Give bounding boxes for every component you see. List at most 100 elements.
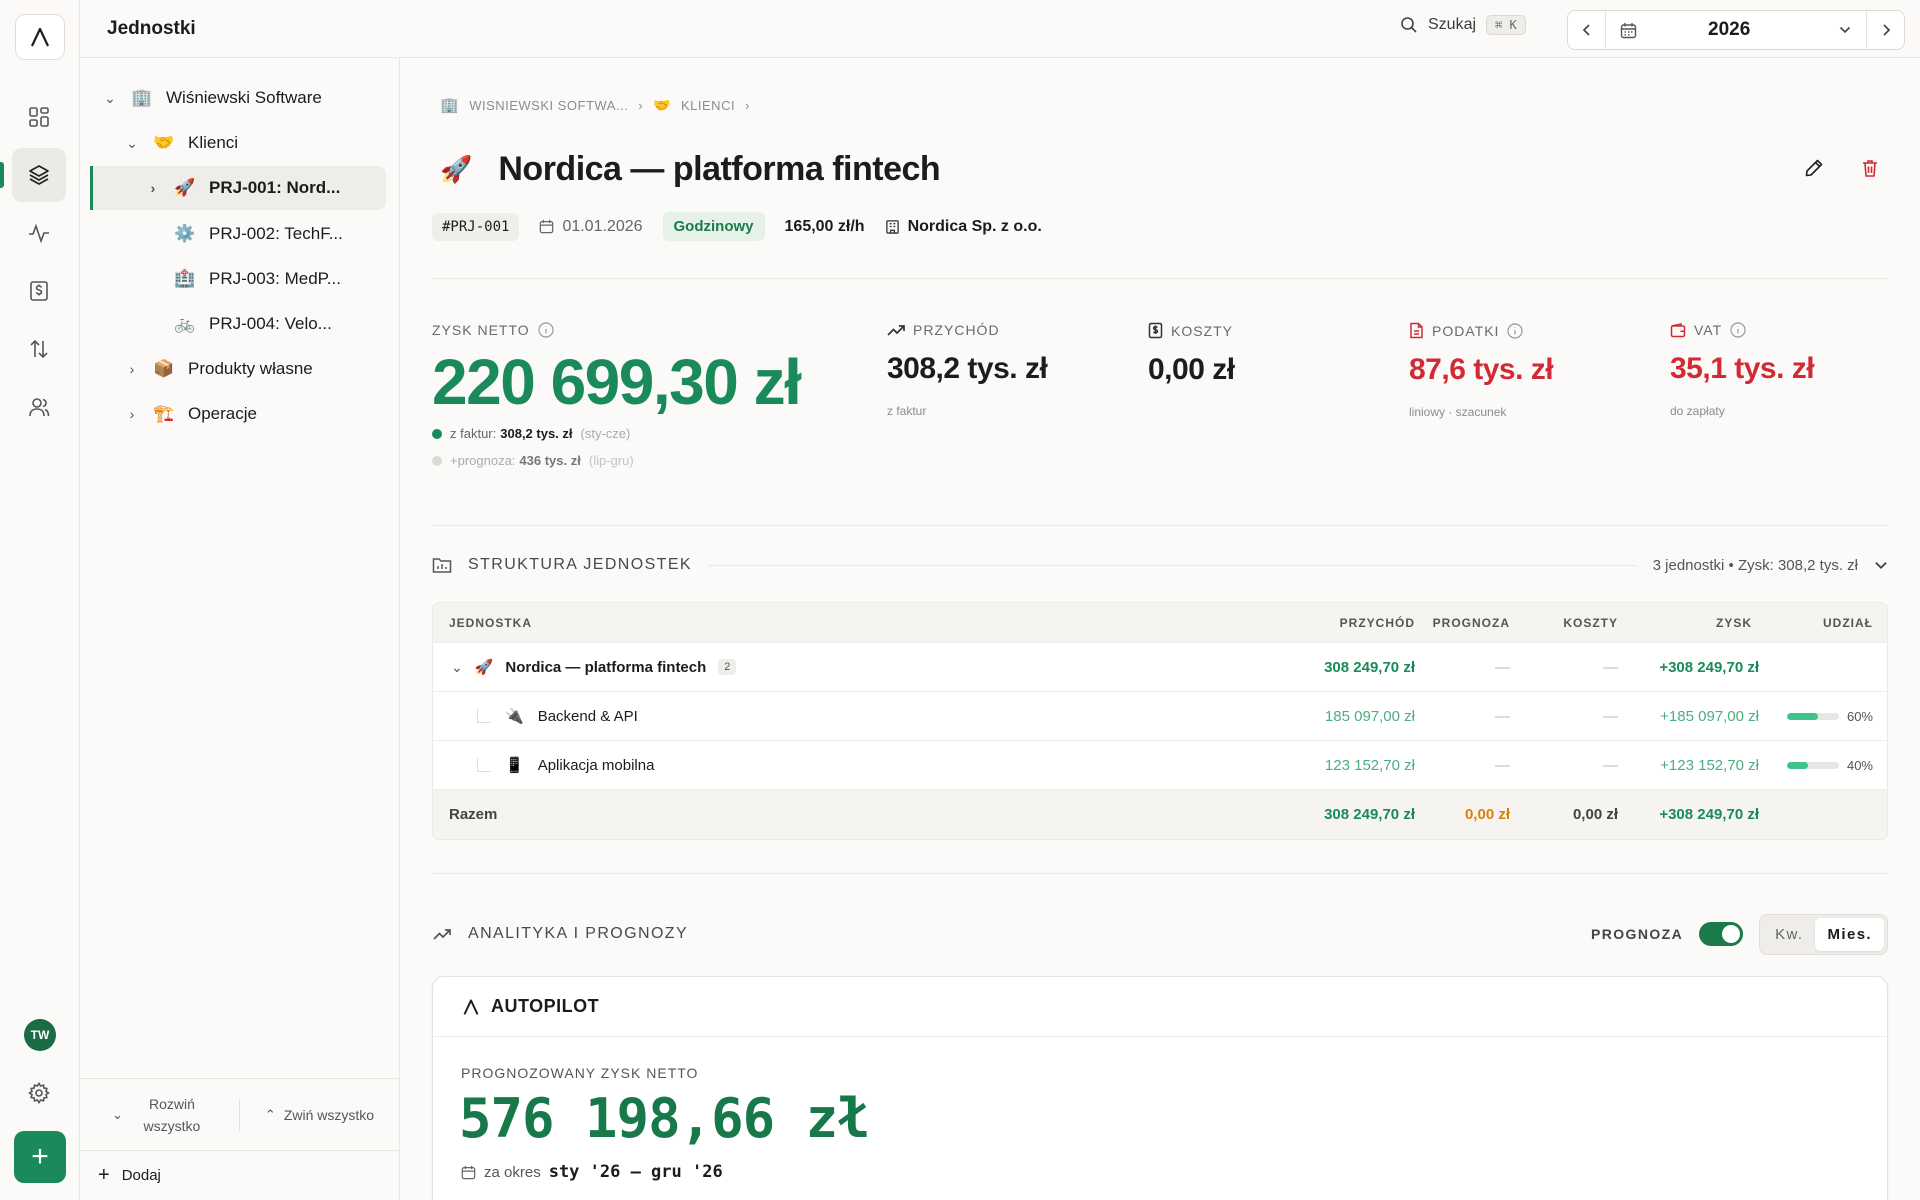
rocket-icon: 🚀 [174,178,196,197]
chevron-down-icon[interactable]: ⌄ [451,659,463,676]
quick-add-button[interactable]: + [14,1131,66,1183]
revenue-sub: z faktur [887,404,927,418]
chevrons-down-icon: ⌄ [112,1106,123,1122]
child-count-badge: 2 [718,659,737,675]
expand-all-label: Rozwiń wszystko [143,1095,201,1134]
add-unit-label: Dodaj [121,1167,161,1184]
table-row[interactable]: 🔌 Backend & API 185 097,00 zł — — +185 0… [433,692,1887,741]
col-share[interactable]: UDZIAŁ [1823,603,1873,642]
year-value[interactable]: 2026 [1708,19,1750,41]
info-icon[interactable] [538,322,554,338]
nav-finance[interactable] [12,264,66,318]
col-costs[interactable]: KOSZTY [1563,603,1618,642]
delete-button[interactable] [1860,158,1880,183]
costs-cell: — [1603,756,1618,774]
nav-dashboard[interactable] [12,90,66,144]
chevron-right-icon[interactable]: › [143,180,163,196]
net-profit-forecast-line: +prognoza: 436 tys. zł (lip-gru) [432,453,852,468]
forecast-dot [432,455,442,466]
info-icon[interactable] [1507,322,1524,339]
user-avatar[interactable]: TW [24,1019,56,1051]
year-dropdown-button[interactable] [1830,11,1860,49]
period-segmented-control: Kw. Mies. [1759,913,1888,955]
table-row[interactable]: 📱 Aplikacja mobilna 123 152,70 zł — — +1… [433,741,1887,790]
tree-node-company[interactable]: ⌄ 🏢 Wiśniewski Software [100,76,322,120]
breadcrumb-company[interactable]: WISNIEWSKI SOFTWA... [469,98,628,113]
breadcrumb-clients[interactable]: KLIENCI [681,98,735,113]
tree-node-prj-004[interactable]: 🚲 PRJ-004: Velo... [143,302,331,346]
tree-connector [477,758,491,772]
next-year-button[interactable] [1866,11,1904,49]
prev-year-button[interactable] [1568,11,1606,49]
nav-units[interactable] [12,148,66,202]
nav-settings[interactable] [12,1066,66,1120]
nav-transfers[interactable] [12,322,66,376]
period-month[interactable]: Mies. [1815,917,1884,951]
tree-node-label: Wiśniewski Software [166,88,322,107]
forecast-cell: — [1495,707,1510,725]
tree-node-clients[interactable]: ⌄ 🤝 Klienci [122,121,238,165]
col-unit[interactable]: JEDNOSTKA [449,603,532,642]
kpi-label-text: ZYSK NETTO [432,322,530,338]
total-forecast: 0,00 zł [1464,806,1510,823]
kpi-revenue: PRZYCHÓD 308,2 tys. zł z faktur [887,322,1048,418]
revenue-cell: 185 097,00 zł [1324,707,1415,725]
tree-node-operations[interactable]: › 🏗️ Operacje [122,392,257,436]
taxes-value: 87,6 tys. zł [1409,353,1554,386]
search-label: Szukaj [1428,16,1477,33]
revenue-cell: 308 249,70 zł [1324,658,1415,676]
chevron-down-icon[interactable] [1874,561,1888,570]
period-quarter[interactable]: Kw. [1763,918,1815,951]
rocket-icon: 🚀 [474,659,494,676]
edit-button[interactable] [1804,158,1824,183]
search-icon [1401,17,1417,33]
table-header-row: JEDNOSTKA PRZYCHÓD PROGNOZA KOSZTY ZYSK … [433,603,1887,643]
calendar-icon [540,219,554,234]
year-picker: 2026 [1567,10,1905,50]
chevron-down-icon[interactable]: ⌄ [122,135,142,152]
autopilot-forecast-value: 576 198,66 zł [459,1087,870,1150]
header-actions [1804,158,1880,183]
chevron-right-icon[interactable]: › [122,406,142,422]
col-revenue[interactable]: PRZYCHÓD [1340,603,1415,642]
layers-icon [29,165,49,185]
search-button[interactable]: Szukaj ⌘ K [1400,15,1526,35]
structure-section-header[interactable]: STRUKTURA JEDNOSTEK 3 jednostki • Zysk: … [432,556,1888,574]
taxes-sub: liniowy · szacunek [1409,405,1507,419]
bicycle-icon: 🚲 [174,314,196,333]
col-forecast[interactable]: PROGNOZA [1433,603,1510,642]
add-unit-button[interactable]: + Dodaj [80,1150,399,1200]
table-row[interactable]: ⌄ 🚀 Nordica — platforma fintech 2 308 24… [433,643,1887,692]
kpi-taxes: PODATKI 87,6 tys. zł liniowy · szacunek [1409,322,1554,420]
nav-activity[interactable] [12,206,66,260]
nav-people[interactable] [12,380,66,434]
tree-connector [477,709,491,723]
structure-table: JEDNOSTKA PRZYCHÓD PROGNOZA KOSZTY ZYSK … [432,602,1888,840]
hourly-rate: 165,00 zł/h [784,217,865,235]
trending-up-icon [887,325,905,336]
col-profit[interactable]: ZYSK [1716,603,1752,642]
tree-node-prj-002[interactable]: ⚙️ PRJ-002: TechF... [143,212,342,256]
tree-node-products[interactable]: › 📦 Produkty własne [122,347,313,391]
tree-node-prj-001[interactable]: › 🚀 PRJ-001: Nord... [90,166,386,210]
client-link[interactable]: Nordica Sp. z o.o. [885,218,1042,236]
app-logo[interactable] [15,14,65,60]
expand-all-button[interactable]: ⌄ Rozwiń wszystko [80,1096,240,1134]
kpi-costs: KOSZTY 0,00 zł [1148,322,1235,387]
unit-name: Aplikacja mobilna [537,756,655,774]
tree-node-prj-003[interactable]: 🏥 PRJ-003: MedP... [143,257,341,301]
kpi-label-text: KOSZTY [1171,322,1234,339]
calendar-icon [461,1165,476,1179]
kpi-net-profit: ZYSK NETTO 220 699,30 zł z faktur: 308,2… [432,322,852,468]
calendar-icon [1614,11,1642,49]
kpi-vat: VAT 35,1 tys. zł do zapłaty [1670,322,1815,418]
forecast-toggle[interactable] [1699,922,1744,946]
chevron-right-icon[interactable]: › [122,361,142,377]
collapse-all-button[interactable]: ⌃ Zwiń wszystko [240,1107,399,1123]
chevron-down-icon[interactable]: ⌄ [100,90,120,107]
search-shortcut: ⌘ K [1486,15,1526,35]
info-icon[interactable] [1730,322,1746,338]
kpi-label: VAT [1670,322,1814,338]
net-profit-invoiced-line: z faktur: 308,2 tys. zł (sty-cze) [432,426,852,441]
folder-chart-icon [432,558,452,573]
